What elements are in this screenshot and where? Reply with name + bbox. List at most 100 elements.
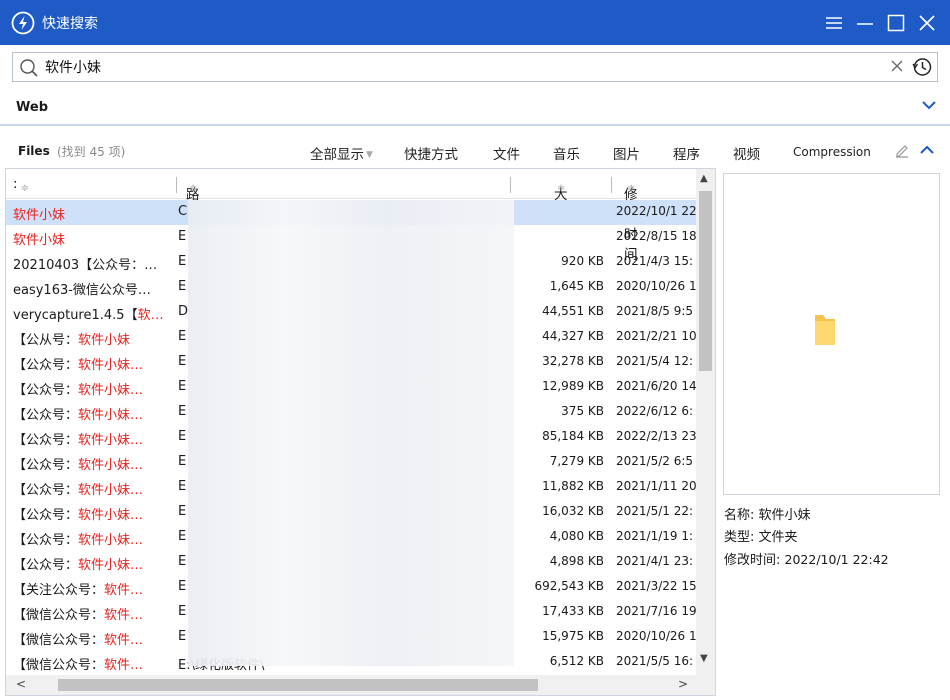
search-box [12,52,938,82]
file-date-cell: 2021/5/4 12: [616,354,694,368]
match-highlight: 软件… [104,583,144,598]
file-path-cell: E [178,354,187,369]
file-path-cell: E [178,554,187,569]
file-path-cell: E [178,329,187,344]
file-name-cell: 【公众号：软件小妹… [13,508,144,523]
file-path-cell: E [178,379,187,394]
horizontal-scrollbar[interactable]: < > [6,675,715,695]
files-section-label: Files [18,144,50,158]
tab-files[interactable]: 文件 [493,143,520,163]
match-highlight: 软件小妹… [78,458,144,473]
folder-icon [815,315,835,345]
file-name-cell: easy163-微信公众号… [13,283,151,298]
file-date-cell: 2022/2/13 23 [616,429,696,443]
file-name-cell: 【公众号：软件小妹… [13,383,144,398]
maximize-icon [887,14,905,32]
file-name-cell: 【微信公众号：软件… [13,633,144,648]
search-input[interactable] [45,56,865,78]
sort-icon: ≑ [189,183,198,194]
edit-icon[interactable] [894,143,910,159]
hamburger-menu-icon [826,17,842,29]
file-date-cell: 2021/7/16 19 [616,604,696,618]
file-path-cell: E [178,479,187,494]
web-section-header[interactable]: Web [0,88,950,126]
menu-button[interactable] [820,9,848,37]
file-date-cell: 2021/3/22 15 [616,579,696,593]
scroll-left-icon[interactable]: < [16,677,26,691]
dropdown-caret-icon: ▼ [366,150,373,160]
file-size-cell: 32,278 KB [542,354,604,368]
file-date-cell: 2022/8/15 18 [616,229,696,243]
file-name-cell: 软件小妹 [13,229,171,248]
minimize-button[interactable] [851,9,879,37]
match-highlight: 软… [137,308,164,323]
detail-modified: 修改时间: 2022/10/1 22:42 [724,552,889,568]
file-name-cell: 软件小妹 [13,204,171,223]
file-name-cell: 【公众号：软件小妹… [13,483,144,498]
app-logo-icon [11,11,35,35]
file-size-cell: 17,433 KB [542,604,604,618]
match-highlight: 软件小妹 [13,233,66,248]
file-size-cell: 920 KB [561,254,604,268]
file-name-cell: verycapture1.4.5【软… [13,308,164,323]
scroll-down-icon[interactable]: ▼ [700,653,708,664]
vertical-scroll-thumb[interactable] [699,191,712,371]
match-highlight: 软件… [104,658,144,673]
match-highlight: 软件小妹… [78,533,144,548]
file-size-cell: 4,080 KB [549,529,604,543]
file-name-cell: 【公众号：软件小妹… [13,533,144,548]
vertical-scrollbar[interactable]: ▲ ▼ [696,169,715,675]
close-button[interactable] [913,9,941,37]
history-icon[interactable] [911,56,933,78]
match-highlight: 软件小妹 [13,208,66,223]
file-path-cell: D [178,304,189,319]
column-header-row: :≑ 路径≑ 大小≑ 修改时间≑ [6,169,696,263]
file-size-cell: 12,989 KB [542,379,604,393]
match-highlight: 软件小妹… [78,483,144,498]
column-divider[interactable] [176,177,177,193]
file-size-cell: 85,184 KB [542,429,604,443]
file-date-cell: 2021/5/5 16: [616,654,694,668]
column-divider[interactable] [611,177,612,193]
file-name-cell: 【公众号：软件小妹… [13,558,144,573]
file-list: :≑ 路径≑ 大小≑ 修改时间≑ 软件小妹 C 2022/10/1 22 软件小妹 E 2… [5,168,716,696]
file-date-cell: 2022/10/1 22 [616,204,696,218]
close-icon [919,15,935,31]
tab-videos[interactable]: 视频 [733,143,760,163]
file-name-cell: 【公众号：软件小妹… [13,358,144,373]
column-divider[interactable] [510,177,511,193]
file-size-cell: 15,975 KB [542,629,604,643]
file-date-cell: 2021/4/1 23: [616,554,694,568]
title-bar: 快速搜索 [0,0,950,45]
file-size-cell: 6,512 KB [549,654,604,668]
clear-search-icon[interactable] [889,58,905,74]
scroll-right-icon[interactable]: > [678,677,688,691]
chevron-up-icon[interactable] [920,145,934,155]
tab-images[interactable]: 图片 [613,143,640,163]
file-size-cell: 4,898 KB [549,554,604,568]
file-path-cell: E [178,229,187,244]
file-size-cell: 375 KB [561,404,604,418]
scroll-up-icon[interactable]: ▲ [700,173,708,184]
match-highlight: 软件小妹… [78,383,144,398]
file-size-cell: 44,551 KB [542,304,604,318]
tab-music[interactable]: 音乐 [553,143,580,163]
file-size-cell: 7,279 KB [549,454,604,468]
chevron-down-icon[interactable] [922,100,936,110]
match-highlight: 软件小妹… [78,508,144,523]
file-path-cell: E [178,454,187,469]
tab-programs[interactable]: 程序 [673,143,700,163]
match-highlight: 软件小妹… [78,433,144,448]
file-name-cell: 【微信公众号：软件… [13,658,144,673]
tab-shortcuts[interactable]: 快捷方式 [404,143,458,163]
column-header-name[interactable]: : ≑ [13,176,29,194]
tab-compression[interactable]: Compression [793,145,871,159]
horizontal-scroll-thumb[interactable] [58,679,538,691]
tab-all[interactable]: 全部显示 ▼ [310,143,373,170]
file-size-cell: 16,032 KB [542,504,604,518]
file-name-cell: 【关注公众号：软件… [13,583,144,598]
file-name-cell: 【微信公众号：软件… [13,608,144,623]
file-date-cell: 2020/10/26 1 [616,279,696,293]
maximize-button[interactable] [882,9,910,37]
minimize-icon [857,23,873,25]
